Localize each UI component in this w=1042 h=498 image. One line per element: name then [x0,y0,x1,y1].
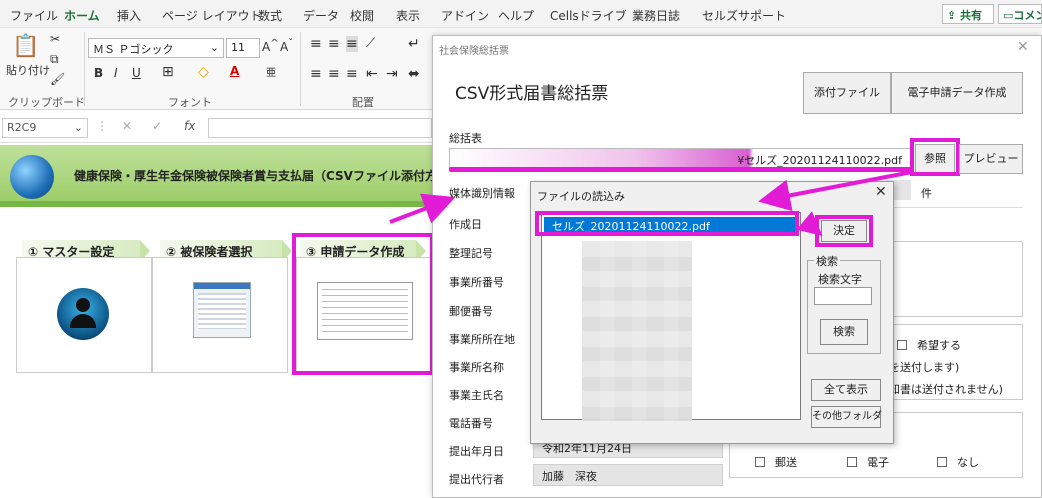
arrow-to-ok-button [796,211,823,236]
annotation-arrows [389,170,913,236]
arrow-to-media-label [389,193,456,224]
arrow-to-file-dialog [758,170,913,212]
